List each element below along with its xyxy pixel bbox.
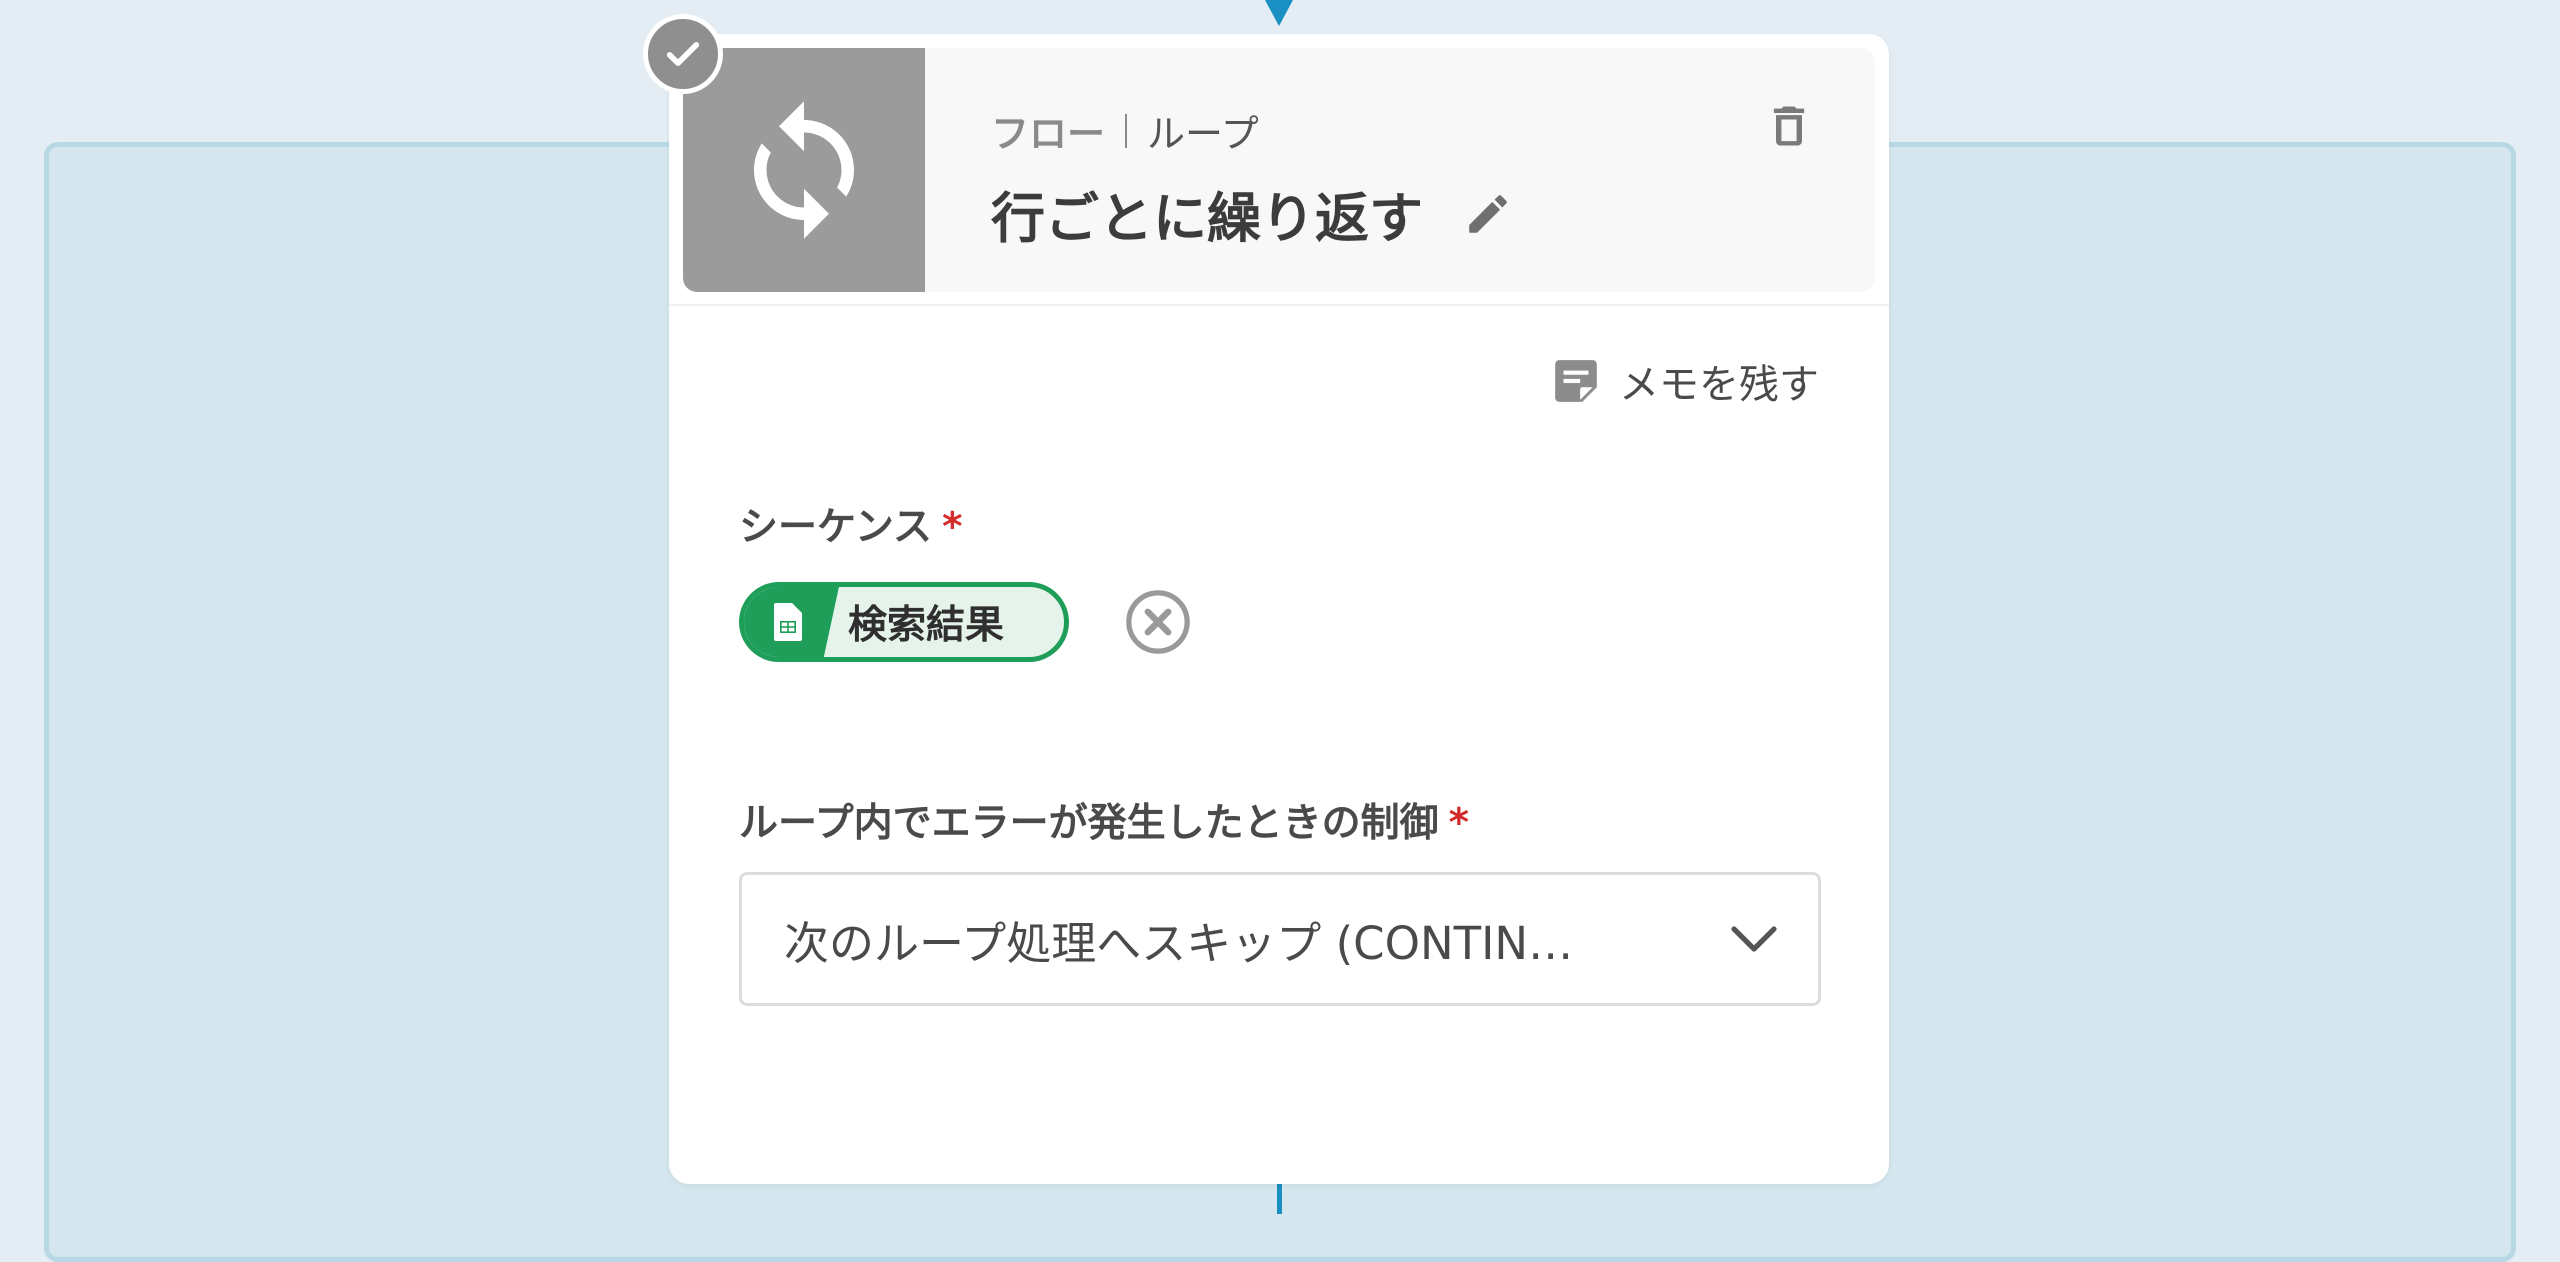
subcategory-label: ループ (1147, 112, 1259, 156)
pencil-icon[interactable] (1463, 189, 1513, 239)
loop-step-card[interactable]: フロー ループ 行ごとに繰り返す メモを残す シーケンス * 検索結果 ループ内… (669, 34, 1889, 1184)
error-control-selected-value: 次のループ処理へスキップ (CONTIN… (784, 916, 1574, 970)
loop-icon (683, 48, 925, 292)
spreadsheet-icon (744, 587, 840, 657)
memo-icon (1551, 356, 1601, 406)
flow-connector-arrow (1265, 0, 1293, 26)
header-divider (669, 304, 1889, 306)
memo-label: メモを残す (1619, 362, 1819, 408)
step-category: フロー ループ (991, 103, 1259, 158)
category-label: フロー (991, 112, 1106, 156)
trash-icon[interactable] (1763, 96, 1815, 160)
memo-button[interactable]: メモを残す (1551, 352, 1819, 410)
clear-circle-icon[interactable] (1123, 587, 1193, 657)
sequence-label-text: シーケンス (739, 505, 933, 550)
chevron-down-icon (1730, 924, 1778, 954)
sequence-chip-label: 検索結果 (848, 603, 1005, 648)
step-header: フロー ループ 行ごとに繰り返す (683, 48, 1875, 292)
flow-connector-line (1277, 1180, 1282, 1214)
sequence-label: シーケンス * (739, 496, 962, 552)
error-control-select[interactable]: 次のループ処理へスキップ (CONTIN… (739, 872, 1821, 1006)
required-mark: * (942, 505, 963, 550)
error-control-label: ループ内でエラーが発生したときの制御 * (739, 792, 1469, 848)
title-row: 行ごとに繰り返す (991, 174, 1513, 253)
check-icon (643, 14, 723, 94)
error-control-label-text: ループ内でエラーが発生したときの制御 (739, 801, 1439, 846)
sequence-chip[interactable]: 検索結果 (739, 582, 1069, 662)
category-separator (1125, 113, 1128, 148)
sequence-value-row: 検索結果 (739, 582, 1193, 662)
step-title: 行ごとに繰り返す (991, 187, 1423, 250)
required-mark: * (1448, 801, 1470, 846)
